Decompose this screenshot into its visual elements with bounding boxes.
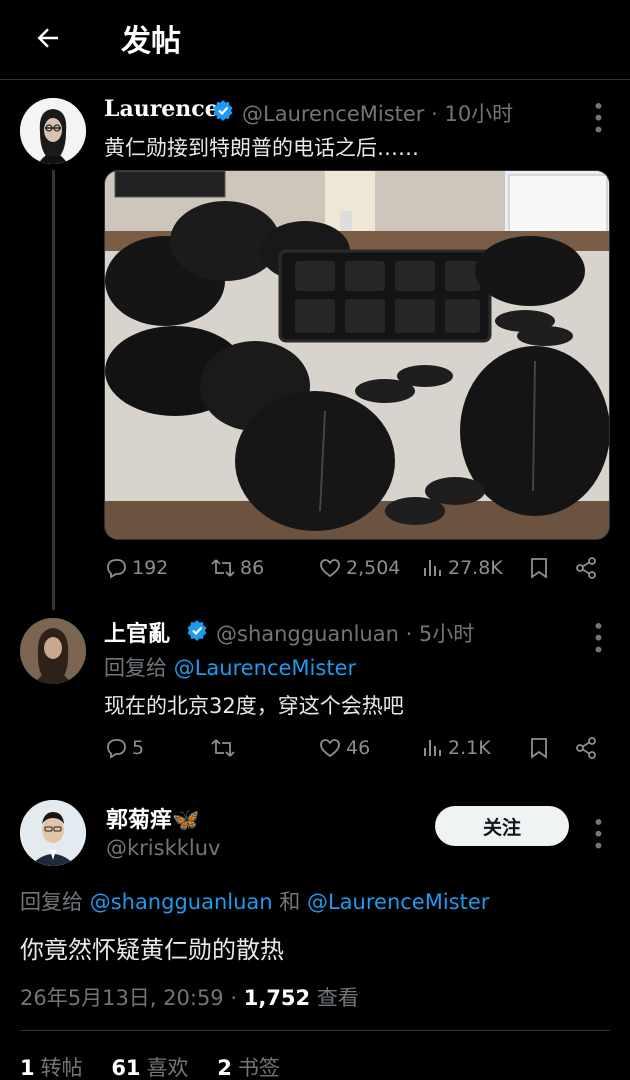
engagement-stats: 1 转帖 61 喜欢 2 书签 (20, 1052, 302, 1080)
post-timestamp: 26年5月13日, 20:59 · 1,752 查看 (20, 982, 359, 1012)
reply-button[interactable]: 192 (104, 556, 168, 580)
heart-icon (320, 559, 340, 578)
view-count: 27.8K (448, 557, 503, 579)
verified-badge-icon (213, 100, 233, 121)
post-text: 黄仁勋接到特朗普的电话之后…… (104, 136, 419, 160)
analytics-icon (424, 560, 441, 576)
back-arrow-icon[interactable] (28, 18, 68, 58)
post-text: 你竟然怀疑黄仁勋的散热 (20, 936, 284, 964)
share-icon (576, 737, 596, 759)
bookmark-icon (531, 738, 547, 759)
reply-prefix: 回复给 (104, 656, 167, 680)
like-button[interactable]: 46 (318, 736, 370, 760)
reply-button[interactable]: 5 (104, 736, 144, 760)
more-options-icon[interactable]: ••• (586, 620, 610, 655)
reply-context: 回复给 @LaurenceMister (104, 652, 356, 682)
page-title: 发帖 (121, 24, 181, 59)
like-count: 2,504 (346, 557, 401, 579)
follow-button[interactable]: 关注 (435, 806, 569, 846)
likes-stat[interactable]: 61 喜欢 (111, 1056, 188, 1080)
mention-link[interactable]: @LaurenceMister (174, 656, 356, 680)
avatar-laurence[interactable] (20, 98, 86, 164)
display-name-text: 郭菊痒 (106, 808, 173, 833)
heart-icon (320, 739, 340, 758)
like-button[interactable]: 2,504 (318, 556, 400, 580)
repost-button[interactable] (210, 736, 236, 760)
share-button[interactable] (574, 556, 598, 580)
repost-button[interactable]: 86 (210, 556, 264, 580)
share-icon (576, 557, 596, 579)
bookmark-icon (531, 558, 547, 579)
verified-badge-icon (187, 620, 207, 641)
display-name[interactable]: 郭菊痒🦋 (106, 802, 199, 834)
views-button[interactable]: 2.1K (422, 736, 491, 760)
post-actions: 192 86 2,504 27.8K (104, 556, 610, 586)
post-actions: 5 46 2.1K (104, 736, 610, 766)
reply-and: 和 (279, 890, 301, 914)
divider (20, 1030, 610, 1031)
reply-icon (107, 739, 126, 759)
bookmark-button[interactable] (528, 736, 550, 760)
butterfly-emoji: 🦋 (172, 808, 200, 833)
views-label: 查看 (316, 986, 359, 1010)
view-count: 2.1K (448, 737, 491, 759)
post-text: 现在的北京32度，穿这个会热吧 (104, 694, 404, 718)
handle-and-time[interactable]: @shangguanluan · 5小时 (216, 618, 474, 648)
bookmarks-stat[interactable]: 2 书签 (217, 1056, 280, 1080)
reply-context: 回复给 @shangguanluan 和 @LaurenceMister (20, 886, 489, 916)
reply-count: 5 (132, 737, 145, 759)
post-image-jackets[interactable] (104, 170, 610, 540)
display-name[interactable]: Laurence (104, 96, 219, 122)
mention-link-1[interactable]: @shangguanluan (90, 890, 273, 914)
handle-and-time[interactable]: @LaurenceMister · 10小时 (242, 98, 513, 128)
timestamp-text[interactable]: 26年5月13日, 20:59 · (20, 986, 244, 1010)
avatar-shangguanluan[interactable] (20, 618, 86, 684)
more-options-icon[interactable]: ••• (586, 816, 610, 851)
handle[interactable]: @kriskkluv (106, 836, 220, 860)
thread-line (52, 170, 55, 610)
more-options-icon[interactable]: ••• (586, 100, 610, 135)
views-button[interactable]: 27.8K (422, 556, 503, 580)
bookmark-button[interactable] (528, 556, 550, 580)
mention-link-2[interactable]: @LaurenceMister (307, 890, 489, 914)
share-button[interactable] (574, 736, 598, 760)
repost-count: 86 (240, 557, 265, 579)
reply-icon (107, 559, 126, 579)
top-bar: 发帖 (0, 0, 630, 80)
repost-icon (211, 559, 235, 577)
reposts-stat[interactable]: 1 转帖 (20, 1056, 83, 1080)
like-count: 46 (346, 737, 371, 759)
reply-prefix: 回复给 (20, 890, 83, 914)
analytics-icon (424, 740, 441, 756)
reply-count: 192 (132, 557, 169, 579)
repost-icon (211, 739, 235, 757)
avatar-kriskkluv[interactable] (20, 800, 86, 866)
display-name[interactable]: 上官亂 (104, 616, 170, 648)
view-count: 1,752 (243, 986, 311, 1010)
